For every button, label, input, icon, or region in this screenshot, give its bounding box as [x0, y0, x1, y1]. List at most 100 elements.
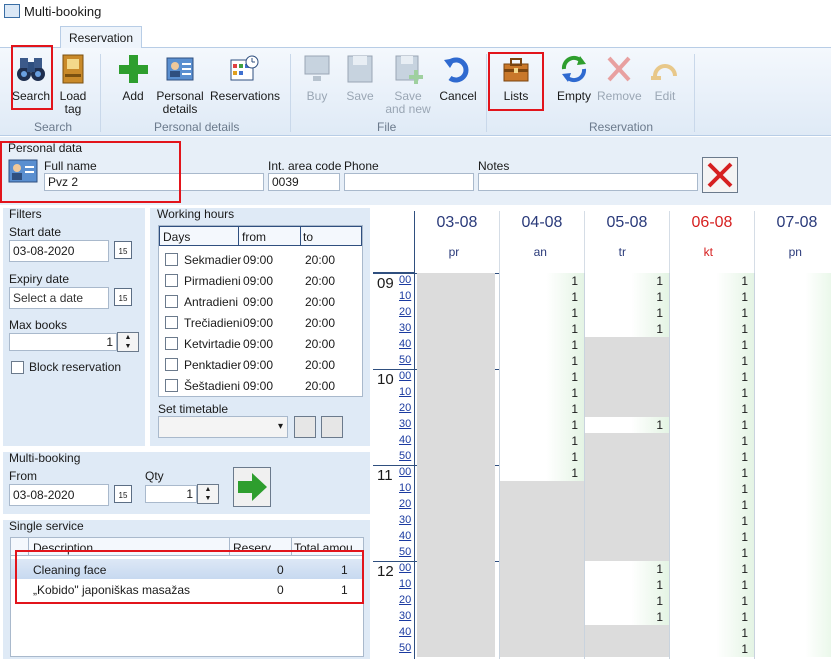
time-slot[interactable]: [500, 593, 584, 609]
time-slot[interactable]: 1: [500, 305, 584, 321]
time-slot[interactable]: 1: [500, 433, 584, 449]
expiry-date-field[interactable]: Select a date: [9, 287, 109, 309]
time-slot[interactable]: [755, 449, 831, 465]
time-slot[interactable]: 1: [500, 385, 584, 401]
time-slot[interactable]: 1: [670, 273, 754, 289]
apply-multi-booking-button[interactable]: [233, 467, 271, 507]
time-slot[interactable]: [585, 513, 669, 529]
time-slot[interactable]: [585, 369, 669, 385]
time-slot[interactable]: 1: [670, 433, 754, 449]
timetable-button-1[interactable]: [294, 416, 316, 438]
time-slot[interactable]: 1: [670, 577, 754, 593]
day-checkbox[interactable]: [165, 337, 178, 350]
time-slot[interactable]: [755, 321, 831, 337]
time-slot[interactable]: 1: [500, 289, 584, 305]
calendar-icon[interactable]: 15: [114, 288, 132, 306]
notes-field[interactable]: [478, 173, 698, 191]
time-slot[interactable]: 1: [585, 289, 669, 305]
time-slot[interactable]: [755, 593, 831, 609]
time-slot[interactable]: [755, 273, 831, 289]
time-slot[interactable]: [585, 337, 669, 353]
time-slot[interactable]: 1: [500, 337, 584, 353]
clear-person-button[interactable]: [702, 157, 738, 193]
calendar-icon[interactable]: 15: [114, 485, 132, 503]
buy-button[interactable]: Buy: [300, 52, 334, 103]
time-slot[interactable]: [755, 385, 831, 401]
from-date-field[interactable]: 03-08-2020: [9, 484, 109, 506]
time-slot[interactable]: [500, 577, 584, 593]
time-slot[interactable]: [500, 641, 584, 657]
time-slot[interactable]: [755, 433, 831, 449]
time-slot[interactable]: 1: [670, 321, 754, 337]
time-slot[interactable]: [585, 385, 669, 401]
time-slot[interactable]: 1: [670, 625, 754, 641]
time-slot[interactable]: 1: [670, 369, 754, 385]
time-slot[interactable]: 1: [500, 417, 584, 433]
time-slot[interactable]: 1: [585, 321, 669, 337]
time-slot[interactable]: 1: [500, 321, 584, 337]
empty-button[interactable]: Empty: [555, 52, 593, 103]
time-slot[interactable]: [585, 529, 669, 545]
set-timetable-select[interactable]: ▾: [158, 416, 288, 438]
time-slot[interactable]: [755, 577, 831, 593]
time-slot[interactable]: 1: [670, 609, 754, 625]
time-slot[interactable]: 1: [670, 353, 754, 369]
time-slot[interactable]: [755, 513, 831, 529]
time-slot[interactable]: [755, 369, 831, 385]
time-slot[interactable]: 1: [670, 561, 754, 577]
time-slot[interactable]: 1: [670, 465, 754, 481]
time-slot[interactable]: 1: [500, 273, 584, 289]
start-date-field[interactable]: 03-08-2020: [9, 240, 109, 262]
time-slot[interactable]: [585, 433, 669, 449]
time-slot[interactable]: 1: [585, 577, 669, 593]
day-checkbox[interactable]: [165, 253, 178, 266]
time-slot[interactable]: 1: [670, 449, 754, 465]
time-slot[interactable]: 1: [670, 385, 754, 401]
add-button[interactable]: Add: [116, 52, 150, 103]
save-and-new-button[interactable]: Save and new: [384, 52, 432, 116]
time-slot[interactable]: 1: [670, 337, 754, 353]
time-slot[interactable]: [755, 497, 831, 513]
time-slot[interactable]: 1: [585, 593, 669, 609]
time-slot[interactable]: [500, 513, 584, 529]
time-slot[interactable]: [500, 545, 584, 561]
time-slot[interactable]: [755, 289, 831, 305]
day-checkbox[interactable]: [165, 274, 178, 287]
time-slot[interactable]: 1: [500, 353, 584, 369]
timetable-button-2[interactable]: [321, 416, 343, 438]
time-slot[interactable]: [585, 497, 669, 513]
time-slot[interactable]: 1: [585, 609, 669, 625]
time-slot[interactable]: [755, 529, 831, 545]
time-slot[interactable]: [755, 481, 831, 497]
time-slot[interactable]: 1: [585, 305, 669, 321]
calendar-icon[interactable]: 15: [114, 241, 132, 259]
time-slot[interactable]: [755, 401, 831, 417]
phone-field[interactable]: [344, 173, 474, 191]
time-slot[interactable]: 1: [585, 417, 669, 433]
time-slot[interactable]: 1: [670, 401, 754, 417]
time-slot[interactable]: [755, 305, 831, 321]
time-slot[interactable]: 1: [670, 529, 754, 545]
remove-button[interactable]: Remove: [597, 52, 642, 103]
time-slot[interactable]: [585, 481, 669, 497]
time-slot[interactable]: 1: [670, 305, 754, 321]
time-slot[interactable]: [755, 625, 831, 641]
time-slot[interactable]: 1: [670, 545, 754, 561]
time-slot[interactable]: [500, 497, 584, 513]
time-slot[interactable]: [755, 561, 831, 577]
time-slot[interactable]: [585, 641, 669, 657]
time-slot[interactable]: [585, 465, 669, 481]
time-slot[interactable]: 1: [670, 289, 754, 305]
time-slot[interactable]: [585, 401, 669, 417]
time-slot[interactable]: 1: [670, 417, 754, 433]
time-slot[interactable]: [755, 417, 831, 433]
cancel-button[interactable]: Cancel: [438, 52, 478, 103]
time-slot[interactable]: 1: [670, 513, 754, 529]
load-tag-button[interactable]: Load tag: [56, 52, 90, 116]
tab-reservation[interactable]: Reservation: [60, 26, 142, 49]
time-slot[interactable]: [585, 625, 669, 641]
time-slot[interactable]: [755, 337, 831, 353]
block-reservation-checkbox[interactable]: [11, 361, 24, 374]
personal-details-button[interactable]: Personal details: [155, 52, 205, 116]
day-checkbox[interactable]: [165, 295, 178, 308]
